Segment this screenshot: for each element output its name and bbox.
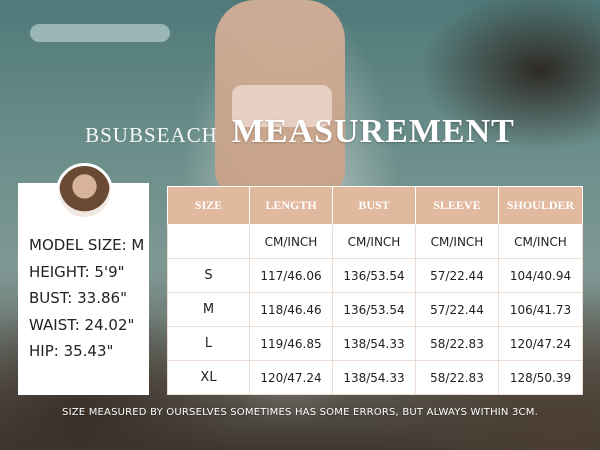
column-header-length: LENGTH: [249, 186, 333, 225]
size-label-cell: L: [167, 326, 250, 361]
table-cell: 104/40.94: [498, 258, 583, 293]
model-size-line: MODEL SIZE: M: [29, 236, 145, 254]
model-measurements: MODEL SIZE: M HEIGHT: 5'9" BUST: 33.86" …: [29, 232, 149, 365]
table-cell: 136/53.54: [332, 292, 416, 327]
table-cell: 120/47.24: [498, 326, 583, 361]
size-chart-table: SIZE LENGTH BUST SLEEVE SHOULDER CM/INCH…: [167, 186, 583, 395]
model-bust-line: BUST: 33.86": [29, 289, 127, 307]
units-row: CM/INCH CM/INCH CM/INCH CM/INCH: [167, 224, 583, 259]
table-header-row: SIZE LENGTH BUST SLEEVE SHOULDER: [167, 186, 583, 225]
table-row: L 119/46.85 138/54.33 58/22.83 120/47.24: [167, 326, 583, 361]
unit-cell: CM/INCH: [332, 224, 416, 259]
table-cell: 138/54.33: [332, 326, 416, 361]
brand-name: BSUBSEACH: [85, 123, 218, 147]
unit-cell: [167, 224, 250, 259]
table-cell: 128/50.39: [498, 360, 583, 395]
model-height-line: HEIGHT: 5'9": [29, 262, 125, 281]
table-cell: 119/46.85: [249, 326, 333, 361]
table-cell: 57/22.44: [415, 292, 499, 327]
unit-cell: CM/INCH: [415, 224, 499, 259]
table-cell: 106/41.73: [498, 292, 583, 327]
table-cell: 58/22.83: [415, 326, 499, 361]
column-header-sleeve: SLEEVE: [415, 186, 499, 225]
size-label-cell: S: [167, 258, 250, 293]
page-title: MEASUREMENT: [231, 113, 515, 150]
measurement-note: SIZE MEASURED BY OURSELVES SOMETIMES HAS…: [62, 407, 538, 418]
table-row: M 118/46.46 136/53.54 57/22.44 106/41.73: [167, 292, 583, 327]
column-header-shoulder: SHOULDER: [498, 186, 583, 225]
table-row: S 117/46.06 136/53.54 57/22.44 104/40.94: [167, 258, 583, 293]
size-label-cell: M: [167, 292, 250, 327]
table-cell: 136/53.54: [332, 258, 416, 293]
table-cell: 120/47.24: [249, 360, 333, 395]
table-row: XL 120/47.24 138/54.33 58/22.83 128/50.3…: [167, 360, 583, 395]
model-waist-line: WAIST: 24.02": [29, 315, 135, 334]
column-header-size: SIZE: [167, 186, 250, 225]
unit-cell: CM/INCH: [498, 224, 583, 259]
unit-cell: CM/INCH: [249, 224, 333, 259]
swimmer-in-water: [30, 24, 170, 42]
column-header-bust: BUST: [332, 186, 416, 225]
model-hip-line: HIP: 35.43": [29, 342, 114, 360]
table-cell: 57/22.44: [415, 258, 499, 293]
size-label-cell: XL: [167, 360, 250, 395]
table-cell: 117/46.06: [249, 258, 333, 293]
table-cell: 118/46.46: [249, 292, 333, 327]
model-avatar: [56, 163, 113, 220]
header: BSUBSEACH MEASUREMENT: [0, 113, 600, 153]
table-cell: 138/54.33: [332, 360, 416, 395]
table-cell: 58/22.83: [415, 360, 499, 395]
